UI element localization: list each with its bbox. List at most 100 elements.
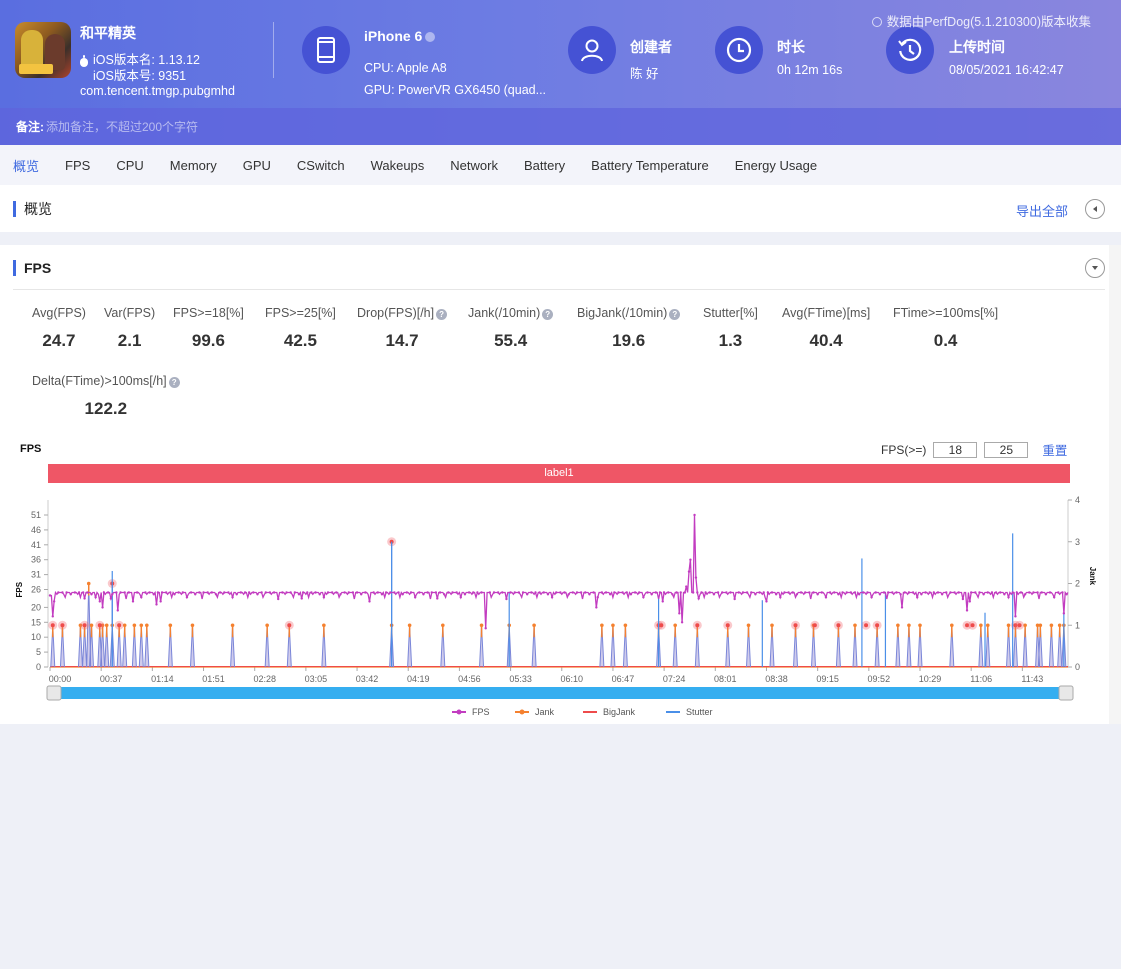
- x-tick-label: 01:14: [151, 674, 174, 684]
- jank-point: [265, 623, 269, 628]
- fps-point: [368, 600, 371, 603]
- help-icon[interactable]: ?: [669, 309, 681, 320]
- fps-point: [853, 591, 857, 594]
- y2-tick-label: 1: [1075, 620, 1080, 630]
- help-icon[interactable]: ?: [168, 377, 180, 388]
- fps-threshold-controls: FPS(>=) 重置: [881, 440, 1067, 459]
- jank-point: [907, 623, 911, 628]
- tab-cswitch[interactable]: CSwitch: [297, 158, 345, 173]
- x-tick-label: 06:47: [612, 674, 635, 684]
- fps-point: [940, 593, 944, 596]
- header-info: 和平精英 iOS版本名: 1.13.12 iOS版本号: 9351 com.te…: [0, 0, 1121, 108]
- y-tick-label: 0: [36, 662, 41, 672]
- fps-point: [119, 591, 122, 594]
- help-icon[interactable]: ?: [542, 309, 554, 320]
- fps-point: [160, 591, 164, 594]
- tab-network[interactable]: Network: [450, 158, 498, 173]
- label-bar[interactable]: label1: [48, 464, 1070, 483]
- tab-fps[interactable]: FPS: [65, 158, 90, 173]
- tab-cpu[interactable]: CPU: [116, 158, 143, 173]
- fps-point: [214, 593, 218, 596]
- tab-energy-usage[interactable]: Energy Usage: [735, 158, 817, 173]
- tab-gpu[interactable]: GPU: [243, 158, 271, 173]
- fps-point: [310, 591, 313, 594]
- fps-point: [509, 591, 512, 594]
- fps-point: [571, 591, 575, 594]
- fps-point: [689, 558, 692, 561]
- caret-left-icon: [1093, 206, 1097, 212]
- fps-point: [1032, 591, 1035, 594]
- fps-point: [314, 591, 317, 594]
- fps-point: [804, 591, 807, 594]
- tab-memory[interactable]: Memory: [170, 158, 217, 173]
- tab-wakeups[interactable]: Wakeups: [371, 158, 425, 173]
- fps-point: [360, 593, 363, 596]
- jank-point: [190, 623, 195, 628]
- x-tick-label: 08:38: [765, 674, 788, 684]
- x-tick-label: 08:01: [714, 674, 737, 684]
- fps-point: [281, 591, 284, 594]
- help-icon[interactable]: ?: [436, 309, 448, 320]
- note-field[interactable]: 备注: 添加备注，不超过200个字符: [0, 108, 1121, 145]
- fps-point: [335, 591, 338, 594]
- fps-point: [816, 593, 819, 596]
- fps-point: [73, 591, 77, 594]
- report-header: 和平精英 iOS版本名: 1.13.12 iOS版本号: 9351 com.te…: [0, 0, 1121, 145]
- fps-point: [339, 593, 342, 596]
- device-gpu: GPU: PowerVR GX6450 (quad...: [364, 83, 547, 97]
- fps-point: [256, 593, 259, 596]
- fps-point: [783, 591, 786, 594]
- fps-point: [542, 591, 545, 594]
- apple-icon: [80, 55, 88, 67]
- x-tick-label: 02:28: [253, 674, 276, 684]
- bigjank-point: [875, 623, 880, 628]
- collapse-fps-button[interactable]: [1085, 258, 1105, 278]
- fps-point: [613, 591, 616, 594]
- x-tick-label: 11:06: [970, 674, 992, 684]
- fps-chart[interactable]: 0510152026313641465101234FPSJank00:00 00:…: [0, 490, 1108, 969]
- bigjank-point: [970, 623, 975, 628]
- tab-battery[interactable]: Battery: [524, 158, 565, 173]
- fps-point: [436, 597, 439, 600]
- fps-point: [729, 591, 732, 594]
- jank-point: [853, 623, 857, 628]
- fps-point: [945, 591, 948, 594]
- fps-point: [812, 591, 815, 594]
- fps-point: [185, 596, 189, 599]
- overview-title: 概览: [13, 201, 52, 217]
- tab-battery-temperature[interactable]: Battery Temperature: [591, 158, 709, 173]
- fps-point: [480, 591, 483, 594]
- fps-point: [426, 591, 429, 594]
- y-tick-label: 5: [36, 647, 41, 657]
- fps-point: [841, 591, 844, 594]
- note-input[interactable]: 添加备注，不超过200个字符: [46, 118, 198, 135]
- threshold-high-input[interactable]: [984, 441, 1029, 458]
- fps-point: [575, 591, 579, 594]
- fps-point: [463, 593, 467, 596]
- fps-point: [678, 612, 681, 615]
- reset-link[interactable]: 重置: [1042, 440, 1067, 459]
- threshold-low-input[interactable]: [933, 441, 978, 458]
- tab-overview[interactable]: 概览: [13, 156, 39, 175]
- fps-point: [1003, 593, 1006, 596]
- bigjank-point: [50, 623, 55, 628]
- fps-point: [741, 591, 745, 594]
- fps-point: [621, 591, 624, 594]
- device-info-icon[interactable]: [425, 32, 436, 43]
- app-icon: [15, 22, 71, 78]
- x-tick-label: 11:43: [1021, 674, 1043, 684]
- fps-point: [982, 593, 985, 596]
- fps-point: [505, 597, 508, 601]
- fps-point: [592, 591, 595, 594]
- fps-point: [131, 600, 135, 603]
- fps-point: [617, 591, 620, 594]
- fps-point: [326, 591, 330, 594]
- page-scrollbar[interactable]: [1109, 245, 1121, 724]
- metric-ftime-ge-100: FTime>=100ms[%] 0.4: [893, 306, 999, 350]
- fps-point: [774, 593, 778, 596]
- metric-avg-fps: Avg(FPS) 24.7: [32, 306, 86, 350]
- collapse-overview-button[interactable]: [1085, 199, 1105, 219]
- export-all-link[interactable]: 导出全部: [1016, 201, 1068, 220]
- fps-point: [994, 591, 998, 594]
- fps-point: [330, 591, 334, 594]
